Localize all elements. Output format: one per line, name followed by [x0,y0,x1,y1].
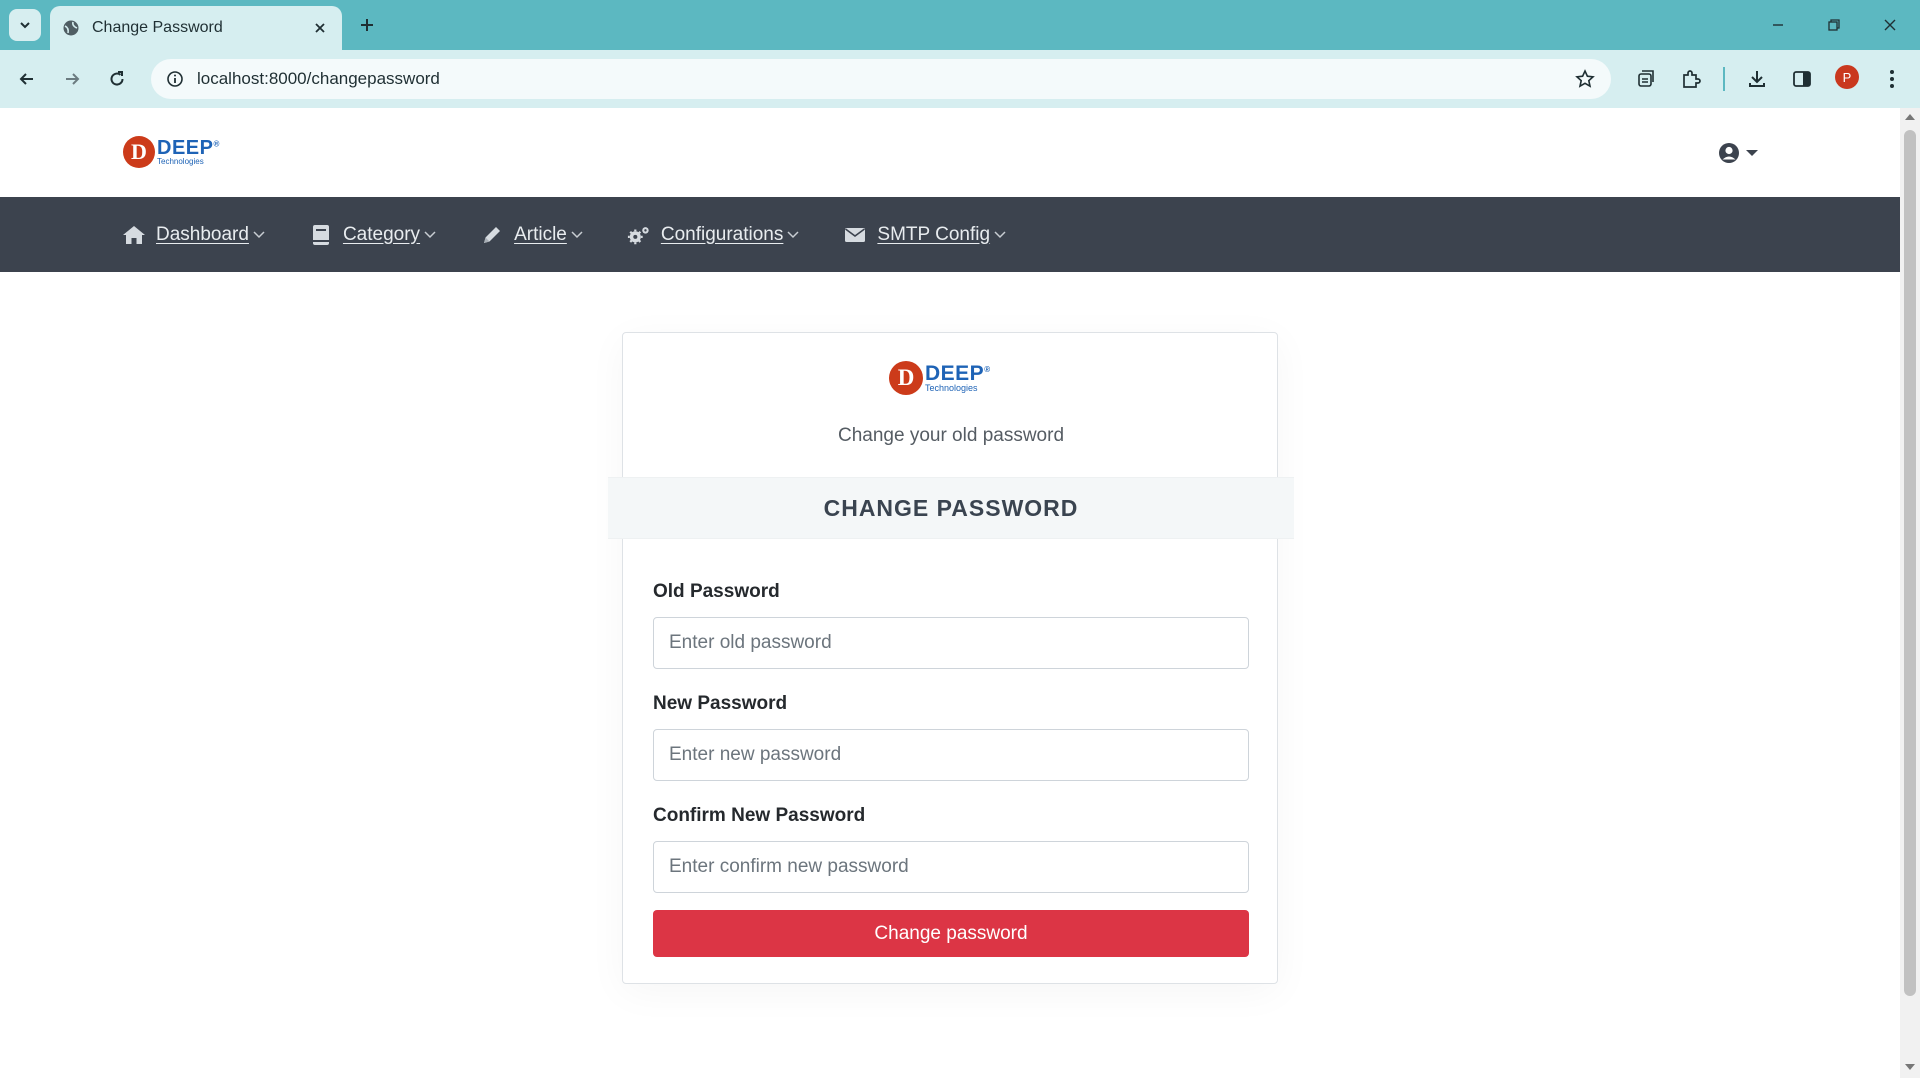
tab-search-icon[interactable] [1630,63,1662,95]
nav-dashboard-label: Dashboard [156,223,249,245]
caret-down-icon [1746,150,1758,156]
new-password-label: New Password [653,693,788,714]
card-logo: D DEEP® Technologies [889,361,991,395]
tab-search-button[interactable] [9,9,41,41]
gears-icon [627,223,651,247]
logo-word: DEEP [157,137,214,159]
new-password-input[interactable] [653,729,1249,781]
old-password-input[interactable] [653,617,1249,669]
nav-article-label: Article [514,223,567,245]
forward-button[interactable] [56,63,88,95]
home-icon [122,223,146,247]
card-subtitle: Change your old password [837,425,1065,446]
scroll-thumb[interactable] [1904,130,1916,996]
card-heading-band: CHANGE PASSWORD [608,477,1294,539]
nav-configurations[interactable]: Configurations [627,223,800,247]
logo-mark: D [889,361,923,395]
nav-category[interactable]: Category [309,223,436,247]
plus-icon [361,19,373,31]
downloads-icon[interactable] [1741,63,1773,95]
logo-registered: ® [213,139,220,149]
pencil-icon [480,223,504,247]
restore-button[interactable] [1806,0,1862,50]
logo-subtext: Technologies [157,157,204,166]
nav-configurations-label: Configurations [660,223,784,245]
minimize-button[interactable] [1750,0,1806,50]
close-window-button[interactable] [1862,0,1918,50]
site-info-icon[interactable] [163,67,187,91]
logo-text: DEEP® Technologies [925,363,991,393]
site-logo[interactable]: D DEEP® Technologies [123,136,220,168]
logo-registered: ® [984,365,991,374]
minimize-icon [1773,24,1783,26]
change-password-form: Old Password New Password Confirm New Pa… [653,581,1249,957]
chevron-down-icon [571,229,583,241]
book-icon [309,223,333,247]
profile-avatar[interactable]: P [1835,65,1859,89]
page-viewport: D DEEP® Technologies Dashboard Category [0,108,1900,1078]
close-icon [1884,19,1896,31]
nav-category-label: Category [342,223,421,245]
nav-dashboard[interactable]: Dashboard [122,223,265,247]
envelope-icon [843,223,867,247]
scroll-up-icon[interactable] [1905,114,1915,120]
logo-text: DEEP® Technologies [157,138,220,166]
new-tab-button[interactable] [353,11,381,39]
card-heading: CHANGE PASSWORD [823,494,1079,521]
browser-tab-active[interactable]: Change Password [50,6,342,50]
change-password-card: D DEEP® Technologies Change your old pas… [608,332,1294,984]
toolbar-divider [1723,67,1725,91]
browser-tabstrip: Change Password [0,0,1920,50]
tab-title: Change Password [92,19,223,36]
close-icon[interactable] [310,18,330,38]
reload-icon [110,71,124,86]
address-bar[interactable]: localhost:8000/changepassword [151,59,1611,99]
reload-button[interactable] [101,63,133,95]
back-button[interactable] [11,63,43,95]
arrow-right-icon [66,73,80,85]
user-circle-icon [1719,143,1739,163]
nav-article[interactable]: Article [480,223,583,247]
browser-menu-icon[interactable] [1876,63,1908,95]
site-header: D DEEP® Technologies [0,108,1900,196]
bookmark-star-icon[interactable] [1571,65,1599,93]
confirm-password-input[interactable] [653,841,1249,893]
logo-mark: D [123,136,155,168]
side-panel-icon[interactable] [1786,63,1818,95]
chevron-down-icon [424,229,436,241]
browser-toolbar: localhost:8000/changepassword [0,50,1920,108]
chevron-down-icon [253,229,265,241]
nav-smtp-config-label: SMTP Config [877,223,991,245]
logo-word: DEEP [925,362,985,385]
url-text: localhost:8000/changepassword [197,69,440,88]
confirm-password-label: Confirm New Password [653,805,866,826]
extensions-icon[interactable] [1675,63,1707,95]
nav-smtp-config[interactable]: SMTP Config [843,223,1006,247]
user-menu-toggle[interactable] [1718,142,1758,164]
restore-icon [1828,19,1840,31]
logo-subtext: Technologies [925,383,978,393]
chevron-down-icon [20,22,30,29]
old-password-label: Old Password [653,581,780,602]
globe-icon [62,19,80,37]
change-password-button[interactable]: Change password [653,910,1249,957]
scroll-down-icon[interactable] [1905,1064,1915,1070]
page-scrollbar[interactable] [1900,108,1920,1078]
main-navbar: Dashboard Category Article Configuration… [0,197,1900,272]
arrow-left-icon [19,73,33,85]
chevron-down-icon [787,229,799,241]
chevron-down-icon [994,229,1006,241]
